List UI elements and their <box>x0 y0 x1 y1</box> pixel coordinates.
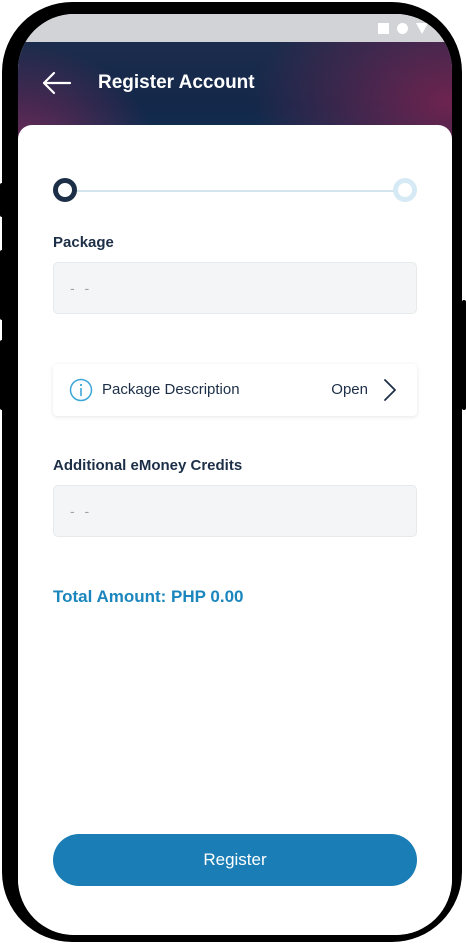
step-2-indicator <box>393 178 417 202</box>
status-bar <box>18 14 452 42</box>
credits-field[interactable] <box>53 485 417 537</box>
app-screen: Register Account Package Package Descrip… <box>18 14 452 935</box>
step-1-indicator <box>53 178 77 202</box>
back-button[interactable] <box>40 68 74 98</box>
stepper-line <box>76 190 394 192</box>
credits-input[interactable] <box>54 486 416 536</box>
form-card: Package Package Description Open Additio… <box>18 125 452 935</box>
side-button-2 <box>0 250 4 320</box>
side-button-power <box>462 300 466 410</box>
phone-frame: Register Account Package Package Descrip… <box>2 2 462 942</box>
stop-icon <box>378 22 389 34</box>
open-link[interactable]: Open <box>331 381 368 398</box>
package-field[interactable] <box>53 262 417 314</box>
page-title: Register Account <box>98 72 255 93</box>
status-icons <box>378 22 428 34</box>
record-icon <box>397 22 408 34</box>
package-input[interactable] <box>54 263 416 313</box>
register-button[interactable]: Register <box>53 834 417 886</box>
side-button-3 <box>0 340 4 410</box>
package-label: Package <box>53 234 114 251</box>
signal-icon <box>416 22 428 34</box>
info-icon <box>69 378 93 402</box>
package-description-label: Package Description <box>102 381 240 398</box>
side-button-1 <box>0 183 4 217</box>
chevron-right-icon[interactable] <box>383 378 397 402</box>
credits-label: Additional eMoney Credits <box>53 457 243 474</box>
arrow-left-icon <box>42 71 72 95</box>
progress-stepper <box>52 177 418 205</box>
package-description-row[interactable]: Package Description Open <box>53 364 417 416</box>
total-amount: Total Amount: PHP 0.00 <box>53 587 244 606</box>
